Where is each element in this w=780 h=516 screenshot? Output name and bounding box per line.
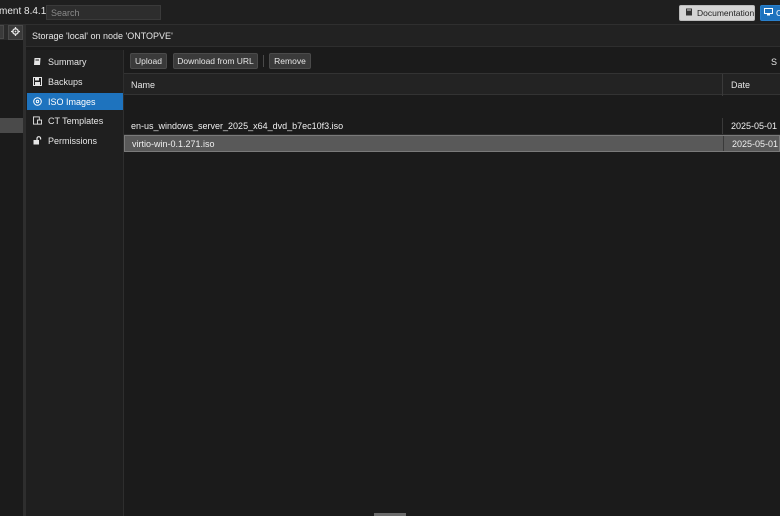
nav-item-iso-images[interactable]: ISO Images bbox=[27, 93, 123, 110]
book-icon bbox=[685, 8, 693, 18]
column-header-name[interactable]: Name bbox=[131, 80, 155, 90]
grid-header: Name Date bbox=[124, 73, 780, 96]
disc-icon bbox=[33, 97, 42, 106]
upload-button[interactable]: Upload bbox=[130, 53, 167, 69]
tree-toolbar bbox=[0, 25, 23, 40]
tree-selected-node[interactable] bbox=[0, 118, 23, 133]
row-divider bbox=[722, 118, 723, 134]
row-name: virtio-win-0.1.271.iso bbox=[132, 139, 215, 149]
toolbar-separator bbox=[263, 55, 264, 67]
documentation-button[interactable]: Documentation bbox=[679, 5, 755, 21]
book-icon bbox=[33, 57, 42, 66]
nav-item-backups[interactable]: Backups bbox=[27, 73, 123, 90]
tree-settings-button[interactable] bbox=[8, 25, 23, 40]
page-title: Storage 'local' on node 'ONTOPVE' bbox=[32, 31, 173, 41]
iso-images-panel: Upload Download from URL Remove S Name D… bbox=[124, 50, 780, 516]
app-title: ment 8.4.1 bbox=[0, 6, 47, 17]
download-from-url-button[interactable]: Download from URL bbox=[173, 53, 258, 69]
table-row[interactable]: virtio-win-0.1.271.iso 2025-05-01 2 bbox=[124, 135, 780, 152]
unlock-icon bbox=[33, 136, 42, 145]
content-header: Storage 'local' on node 'ONTOPVE' bbox=[26, 25, 780, 47]
table-row[interactable]: en-us_windows_server_2025_x64_dvd_b7ec10… bbox=[124, 118, 780, 135]
nav-item-label: ISO Images bbox=[48, 96, 96, 107]
search-label: S bbox=[771, 57, 778, 67]
create-vm-label: C bbox=[776, 8, 780, 18]
remove-button[interactable]: Remove bbox=[269, 53, 311, 69]
row-divider bbox=[723, 136, 724, 151]
monitor-icon bbox=[764, 8, 773, 18]
column-header-date[interactable]: Date bbox=[731, 80, 750, 90]
nav-item-ct-templates[interactable]: CT Templates bbox=[27, 112, 123, 129]
nav-item-label: Backups bbox=[48, 76, 83, 87]
nav-item-permissions[interactable]: Permissions bbox=[27, 132, 123, 149]
tree-view-select[interactable] bbox=[0, 25, 4, 39]
create-vm-button[interactable]: C bbox=[760, 5, 780, 21]
nav-item-label: Permissions bbox=[48, 135, 98, 146]
storage-content: Storage 'local' on node 'ONTOPVE' Summar… bbox=[26, 25, 780, 516]
floppy-icon bbox=[33, 77, 42, 86]
column-divider[interactable] bbox=[722, 74, 723, 96]
row-date: 2025-05-01 1 bbox=[731, 121, 780, 131]
top-header-bar: ment 8.4.1 Documentation C bbox=[0, 0, 780, 25]
resource-tree bbox=[0, 25, 23, 516]
nav-item-summary[interactable]: Summary bbox=[27, 53, 123, 70]
row-name: en-us_windows_server_2025_x64_dvd_b7ec10… bbox=[131, 121, 344, 131]
panel-toolbar: Upload Download from URL Remove S bbox=[124, 50, 780, 72]
storage-nav: Summary Backups ISO Images CT Templates … bbox=[26, 50, 124, 516]
nav-item-label: Summary bbox=[48, 56, 87, 67]
row-date: 2025-05-01 2 bbox=[732, 139, 780, 149]
gear-icon bbox=[11, 27, 20, 38]
nav-item-label: CT Templates bbox=[48, 115, 104, 126]
search-input[interactable] bbox=[46, 5, 161, 20]
documentation-label: Documentation bbox=[697, 8, 755, 18]
template-icon bbox=[33, 116, 42, 125]
